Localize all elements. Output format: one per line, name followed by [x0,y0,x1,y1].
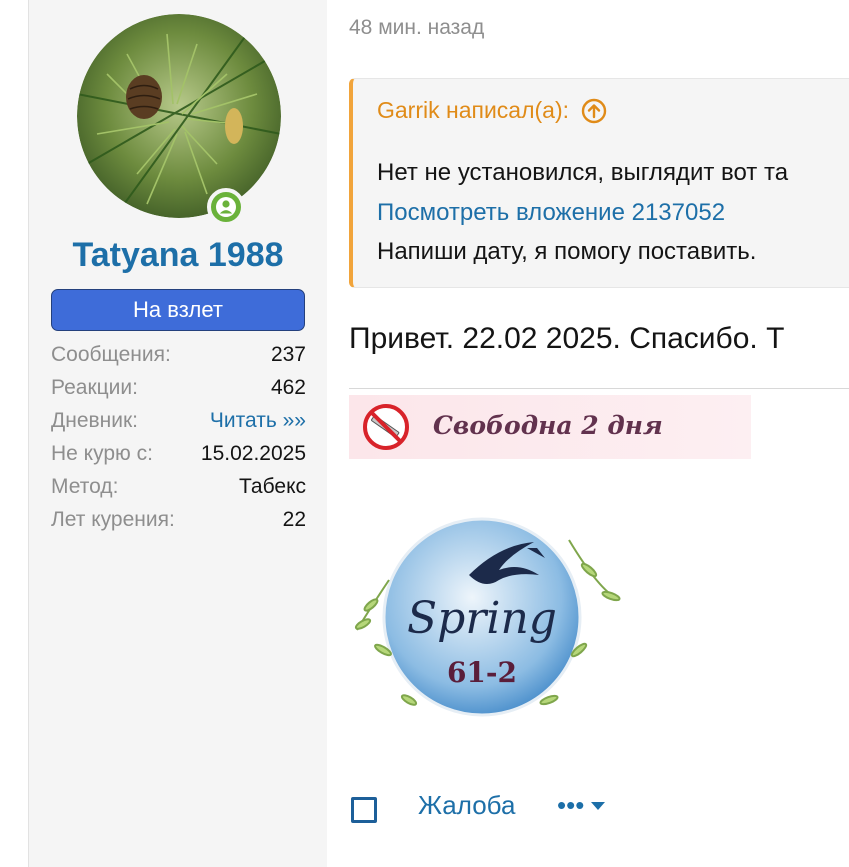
quote-block: Garrik написал(а): Нет не установился, в… [349,78,849,288]
avatar[interactable] [77,14,281,218]
stat-row-diary: Дневник: Читать »» [51,404,306,437]
user-rank-badge: На взлет [51,289,305,331]
quote-author[interactable]: Garrik написал(а): [377,97,569,124]
stat-value: Табекс [239,475,306,498]
diary-read-link[interactable]: Читать »» [210,404,306,437]
more-dots: ••• [557,790,585,820]
user-panel: Tatyana 1988 На взлет Сообщения: 237 Реа… [28,0,327,867]
smoke-free-counter-banner: Свободна 2 дня [349,395,751,459]
stat-value: 15.02.2025 [200,442,306,465]
report-button[interactable]: Жалоба [418,790,515,821]
post-body-text: Привет. 22.02 2025. Спасибо. Т [349,322,785,355]
stat-label: Дневник: [51,409,139,432]
smoke-free-days-text: Свободна 2 дня [433,411,663,440]
spring-signature-logo: Spring 61-2 [354,517,621,717]
arrow-up-circle-icon[interactable] [581,98,607,124]
stat-value: 237 [270,343,306,366]
attachment-link[interactable]: Посмотреть вложение 2137052 [377,199,725,227]
more-actions-button[interactable]: ••• [557,790,606,821]
stat-row-messages: Сообщения: 237 [51,338,306,371]
stat-row-reactions: Реакции: 462 [51,371,306,404]
stat-row-quit-date: Не курю с: 15.02.2025 [51,437,306,470]
avatar-wrap [77,14,281,226]
post-timestamp[interactable]: 48 мин. назад [349,16,484,40]
stat-label: Метод: [51,475,119,498]
post-actions: Жалоба ••• [349,788,649,828]
quote-text-line: Напиши дату, я помогу поставить. [377,238,757,265]
quote-header[interactable]: Garrik написал(а): [377,97,607,124]
no-smoking-icon [363,404,409,450]
stat-label: Не курю с: [51,442,153,465]
spring-number: 61-2 [447,656,517,689]
stat-label: Сообщения: [51,343,171,366]
stat-label: Лет курения: [51,508,175,531]
user-stats: Сообщения: 237 Реакции: 462 Дневник: Чит… [51,338,306,536]
stat-value: 22 [282,508,306,531]
spring-title: Spring [407,593,557,644]
online-user-icon [207,188,245,226]
select-post-checkbox[interactable] [351,797,377,823]
signature-divider [349,388,849,389]
stat-row-smoking-years: Лет курения: 22 [51,503,306,536]
username[interactable]: Tatyana 1988 [29,236,327,275]
stat-row-method: Метод: Табекс [51,470,306,503]
stat-value: 462 [270,376,306,399]
stat-label: Реакции: [51,376,138,399]
caret-down-icon [591,801,606,810]
quote-text-line: Нет не установился, выглядит вот та [377,159,789,186]
post-main: 48 мин. назад Garrik написал(а): Нет не … [349,0,849,867]
